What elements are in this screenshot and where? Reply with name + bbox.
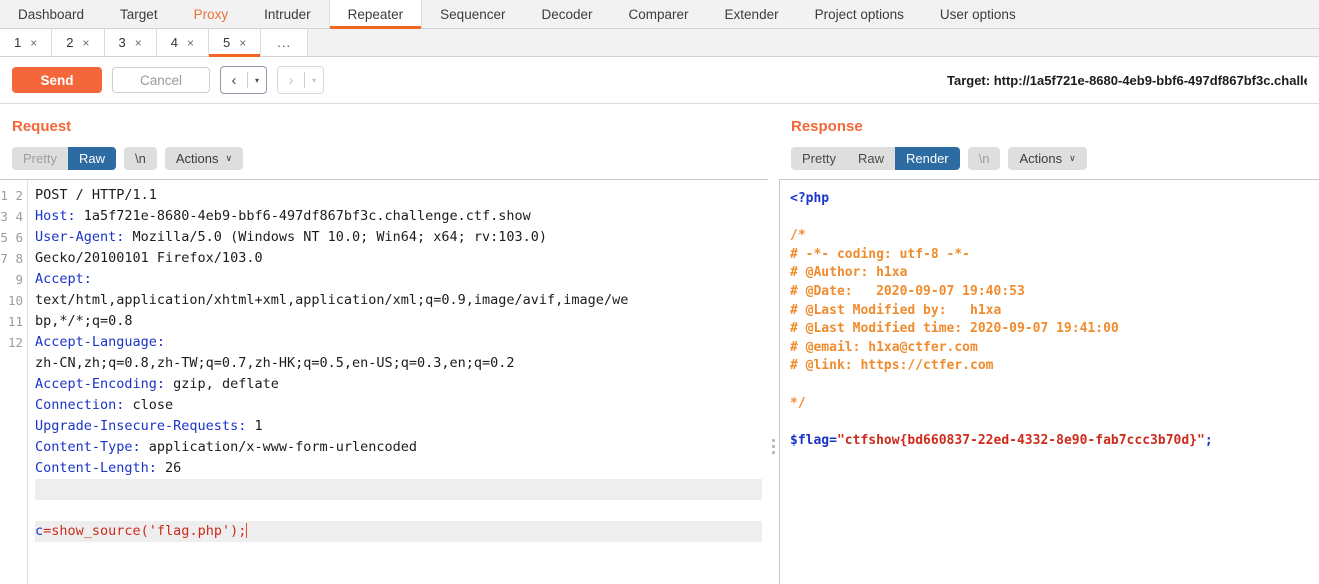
response-tab-pretty[interactable]: Pretty	[791, 147, 847, 170]
request-tab-raw[interactable]: Raw	[67, 147, 116, 170]
suite-tab-label: Comparer	[628, 6, 689, 22]
response-view-controls: Pretty Raw Render \n Actions ∨	[779, 135, 1319, 179]
suite-tab-decoder[interactable]: Decoder	[523, 0, 610, 28]
chevron-left-icon[interactable]: ‹	[221, 67, 247, 93]
request-actions-button[interactable]: Actions ∨	[164, 147, 244, 170]
repeater-tab-3[interactable]: 3 ×	[104, 29, 157, 56]
repeater-panes: Request Pretty Raw \n Actions ∨ 1 2 3 4 …	[0, 104, 1319, 584]
suite-tab-target[interactable]: Target	[102, 0, 176, 28]
repeater-tab-filler	[308, 29, 1319, 56]
response-render-view[interactable]: <?php /* # -*- coding: utf-8 -*- # @Auth…	[779, 179, 1319, 584]
suite-tab-intruder[interactable]: Intruder	[246, 0, 329, 28]
repeater-tab-label: 1	[14, 35, 22, 50]
chevron-down-icon[interactable]: ▾	[248, 67, 266, 93]
request-pane: Request Pretty Raw \n Actions ∨ 1 2 3 4 …	[0, 104, 768, 584]
cancel-button[interactable]: Cancel	[112, 67, 210, 93]
rendered-php-source: <?php /* # -*- coding: utf-8 -*- # @Auth…	[790, 191, 1213, 448]
repeater-tab-5[interactable]: 5 ×	[209, 29, 262, 57]
repeater-tab-overflow[interactable]: ...	[261, 29, 309, 56]
suite-tab-extender[interactable]: Extender	[707, 0, 797, 28]
response-view-toggle: Pretty Raw Render	[791, 147, 960, 170]
suite-tab-label: Proxy	[193, 6, 229, 22]
chevron-down-icon[interactable]: ▾	[305, 67, 323, 93]
response-tab-raw[interactable]: Raw	[847, 147, 895, 170]
suite-tab-project-options[interactable]: Project options	[797, 0, 922, 28]
response-pane: Response Pretty Raw Render \n Actions ∨ …	[779, 104, 1319, 584]
request-editor[interactable]: 1 2 3 4 5 6 7 8 9 10 11 12 POST / HTTP/1…	[0, 179, 768, 584]
suite-tab-label: User options	[939, 6, 1016, 22]
repeater-tab-label: 3	[118, 35, 126, 50]
suite-tab-label: Dashboard	[18, 6, 85, 22]
suite-tab-label: Extender	[724, 6, 779, 22]
request-view-toggle: Pretty Raw	[12, 147, 116, 170]
repeater-tab-label: 4	[170, 35, 178, 50]
repeater-toolbar: Send Cancel ‹ ▾ › ▾ Target: http://1a5f7…	[0, 57, 1319, 104]
repeater-tab-4[interactable]: 4 ×	[156, 29, 209, 56]
request-actions-label: Actions	[175, 151, 219, 166]
request-tab-pretty[interactable]: Pretty	[12, 147, 68, 170]
suite-tab-label: Decoder	[541, 6, 593, 22]
request-line-numbers: 1 2 3 4 5 6 7 8 9 10 11 12	[0, 180, 28, 584]
target-url-label: Target: http://1a5f721e-8680-4eb9-bbf6-4…	[947, 72, 1307, 88]
go-back-split-button[interactable]: ‹ ▾	[220, 66, 267, 94]
response-actions-label: Actions	[1019, 151, 1063, 166]
close-icon[interactable]: ×	[82, 36, 89, 50]
repeater-tab-1[interactable]: 1 ×	[0, 29, 53, 56]
chevron-down-icon: ∨	[1069, 153, 1076, 163]
suite-tab-label: Repeater	[347, 6, 404, 22]
request-view-controls: Pretty Raw \n Actions ∨	[0, 135, 768, 179]
repeater-tab-label: 2	[66, 35, 74, 50]
close-icon[interactable]: ×	[30, 36, 37, 50]
suite-tab-label: Intruder	[264, 6, 311, 22]
response-tab-render[interactable]: Render	[894, 147, 960, 170]
request-title: Request	[12, 118, 72, 135]
suite-tab-label: Target	[120, 6, 158, 22]
repeater-tab-label: 5	[223, 35, 231, 50]
overflow-label: ...	[277, 35, 292, 50]
repeater-tab-2[interactable]: 2 ×	[52, 29, 105, 56]
request-tab-newline[interactable]: \n	[123, 147, 157, 170]
pane-splitter[interactable]	[768, 104, 779, 584]
suite-tab-proxy[interactable]: Proxy	[176, 0, 247, 28]
send-button[interactable]: Send	[12, 67, 102, 93]
suite-tab-label: Sequencer	[440, 6, 506, 22]
splitter-grip[interactable]	[772, 439, 775, 454]
suite-tab-user-options[interactable]: User options	[922, 0, 1034, 28]
suite-tab-bar: Dashboard Target Proxy Intruder Repeater…	[0, 0, 1319, 29]
close-icon[interactable]: ×	[239, 36, 246, 50]
repeater-tab-strip: 1 × 2 × 3 × 4 × 5 × ...	[0, 29, 1319, 57]
chevron-right-icon[interactable]: ›	[278, 67, 304, 93]
request-text[interactable]: POST / HTTP/1.1 Host: 1a5f721e-8680-4eb9…	[28, 180, 768, 584]
close-icon[interactable]: ×	[187, 36, 194, 50]
close-icon[interactable]: ×	[135, 36, 142, 50]
suite-tab-sequencer[interactable]: Sequencer	[422, 0, 523, 28]
suite-tab-label: Project options	[814, 6, 904, 22]
suite-tab-dashboard[interactable]: Dashboard	[0, 0, 102, 28]
response-title: Response	[791, 118, 863, 135]
response-actions-button[interactable]: Actions ∨	[1008, 147, 1087, 170]
response-tab-newline[interactable]: \n	[967, 147, 1001, 170]
suite-tab-comparer[interactable]: Comparer	[611, 0, 707, 28]
go-forward-split-button[interactable]: › ▾	[277, 66, 324, 94]
chevron-down-icon: ∨	[225, 153, 233, 163]
suite-tab-repeater[interactable]: Repeater	[328, 0, 423, 29]
